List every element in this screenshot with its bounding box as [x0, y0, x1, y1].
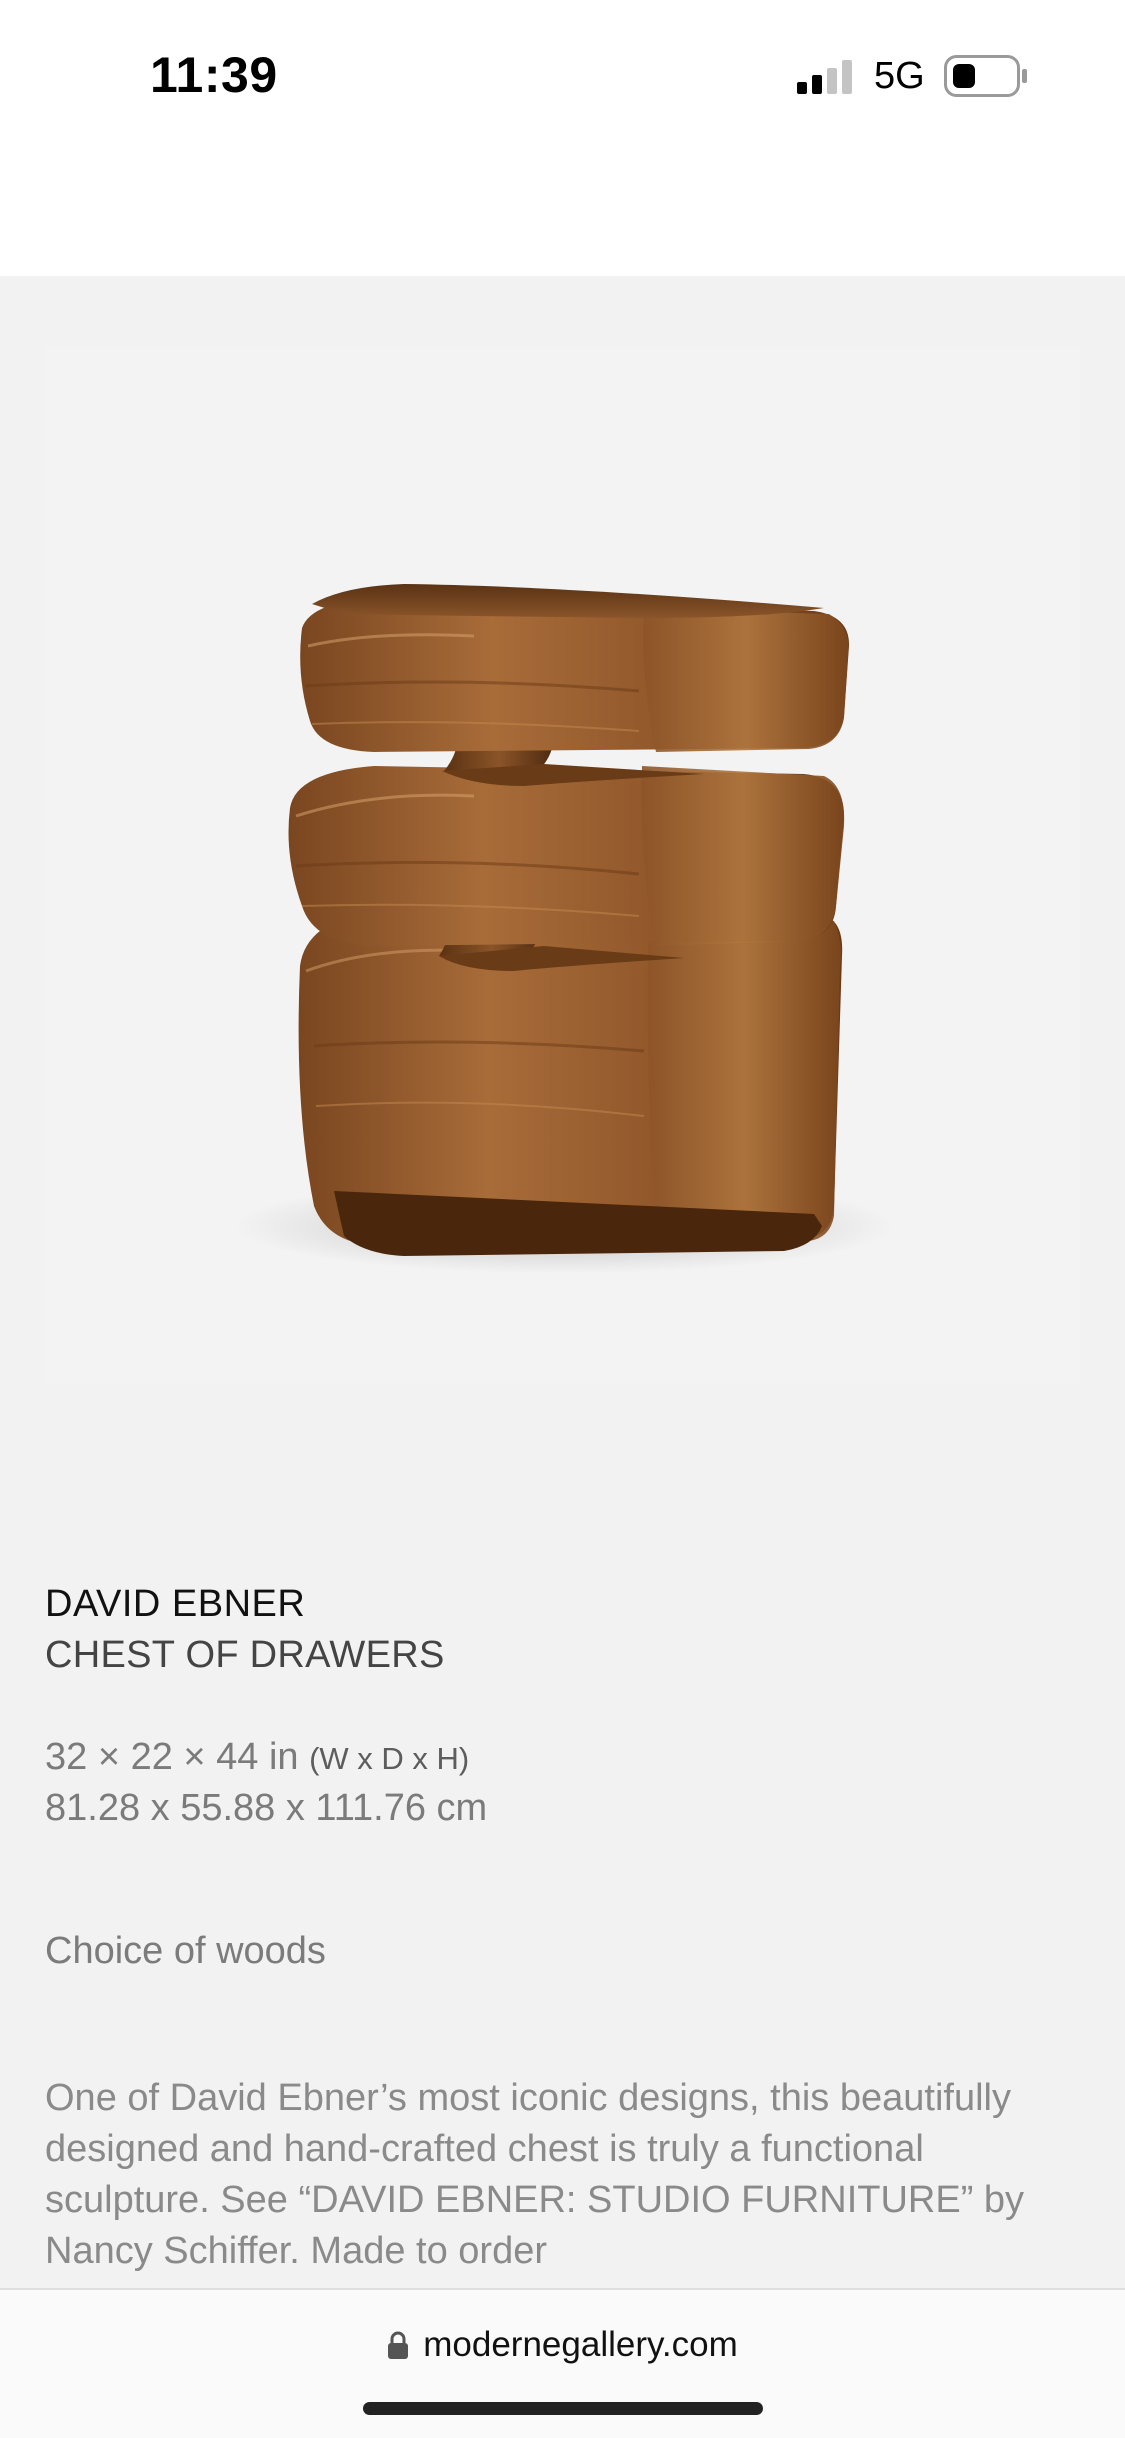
chest-of-drawers-image[interactable]: [44, 346, 1080, 1384]
cellular-signal-icon: [797, 60, 852, 94]
url-field[interactable]: modernegallery.com: [0, 2320, 1125, 2370]
status-bar: 11:39 5G: [0, 0, 1125, 276]
battery-low-icon: [944, 55, 1027, 97]
dimensions-suffix: (W x D x H): [309, 1741, 470, 1776]
browser-address-bar[interactable]: modernegallery.com: [0, 2288, 1125, 2438]
designer-name[interactable]: DAVID EBNER: [45, 1583, 305, 1626]
dimensions-inches-value: 32 × 22 × 44 in: [45, 1736, 310, 1778]
page-content: DAVID EBNER CHEST OF DRAWERS 32 × 22 × 4…: [0, 276, 1125, 2290]
network-type: 5G: [874, 55, 925, 97]
product-description: One of David Ebner’s most iconic designs…: [45, 2077, 1025, 2272]
status-time: 11:39: [150, 47, 278, 103]
url-text[interactable]: modernegallery.com: [423, 2325, 738, 2365]
product-title: CHEST OF DRAWERS: [45, 1634, 445, 1676]
dimensions-inches: 32 × 22 × 44 in (W x D x H): [45, 1736, 469, 1779]
product-image-frame: [44, 346, 1080, 1384]
wood-options: Choice of woods: [45, 1930, 326, 1972]
lock-icon: [388, 2331, 409, 2359]
home-indicator[interactable]: [363, 2402, 763, 2415]
dimensions-centimeters: 81.28 x 55.88 x 111.76 cm: [45, 1787, 488, 1829]
